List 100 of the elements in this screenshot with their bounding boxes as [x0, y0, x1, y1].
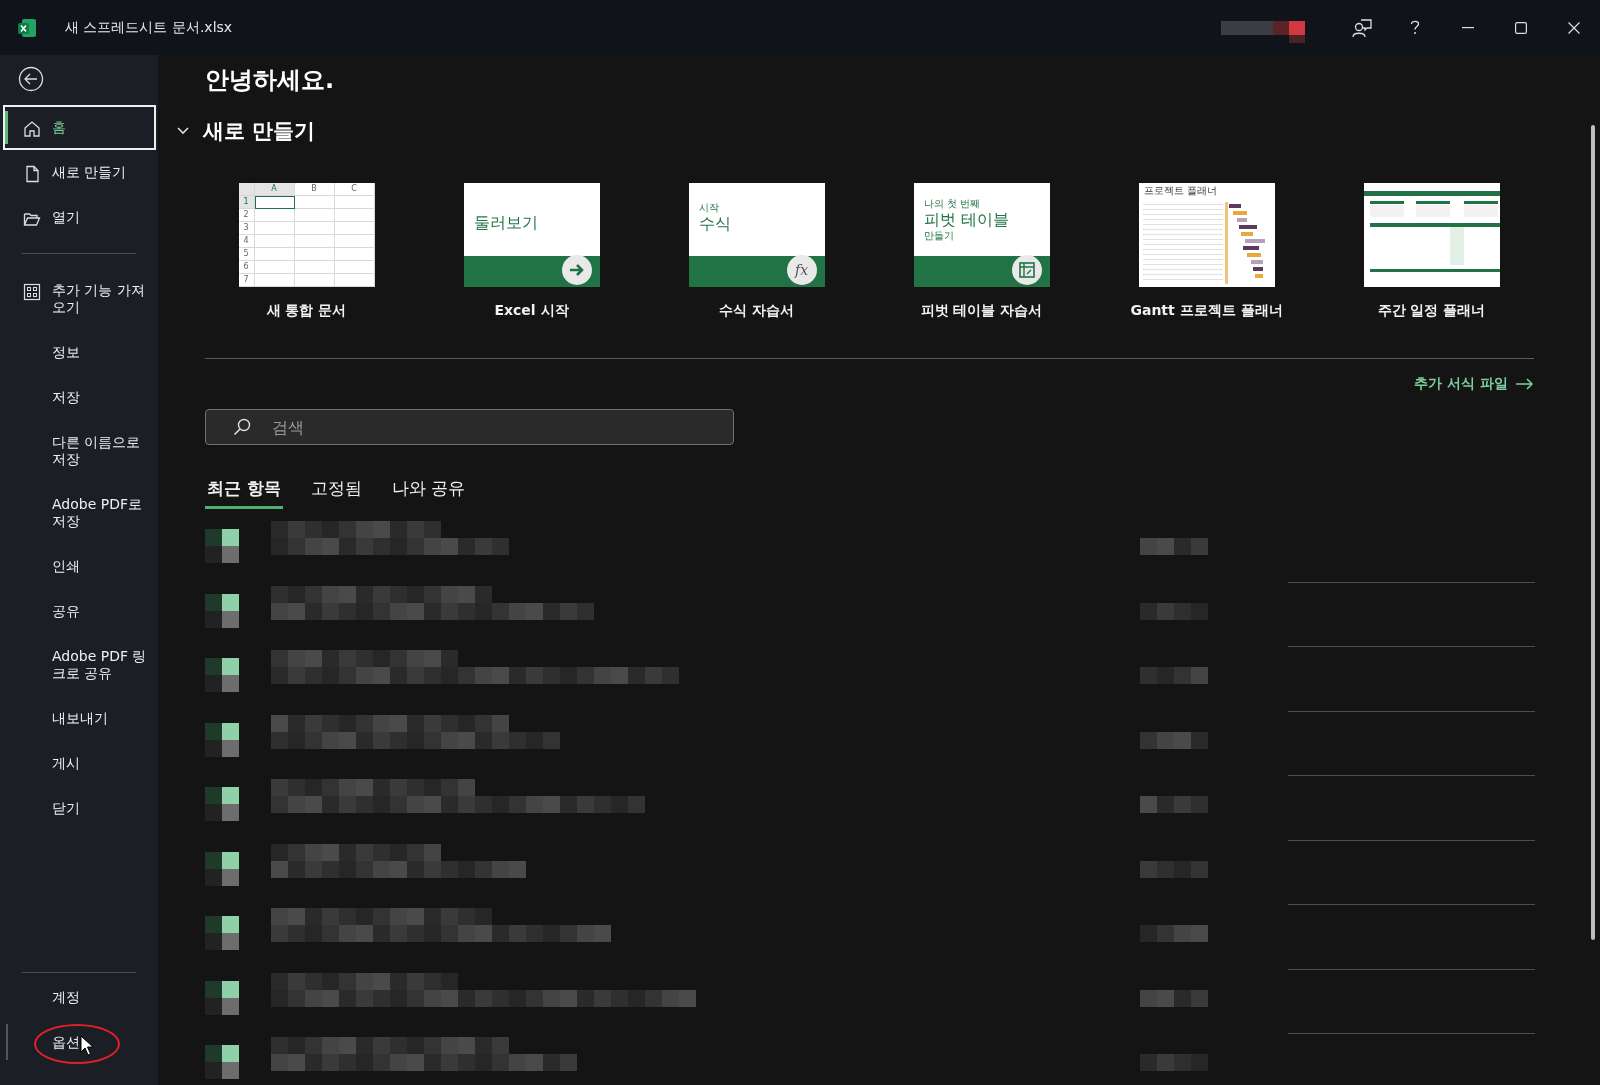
thumbnail-text: 나의 첫 번째 [923, 197, 981, 210]
arrow-right-icon [1516, 378, 1534, 390]
close-icon [1567, 21, 1580, 34]
side-marker [6, 1024, 8, 1060]
grid-cell [334, 235, 375, 248]
row-header: 5 [238, 248, 255, 261]
sidebar-item[interactable]: 인쇄 [3, 544, 156, 589]
sidebar-item[interactable]: 공유 [3, 589, 156, 634]
redacted-file-row[interactable] [205, 906, 1535, 971]
gantt-bar [1244, 239, 1265, 243]
person-speech-icon [1351, 17, 1372, 38]
corner-cell [238, 183, 255, 196]
formula-label: fx [794, 262, 809, 278]
window-title: 새 스프레드시트 문서.xlsx [65, 18, 233, 37]
row-header: 1 [238, 196, 255, 209]
tab[interactable]: 고정됨 [308, 477, 364, 509]
template-thumbnail[interactable]: 프로젝트 플래너 [1138, 183, 1275, 287]
row-header: 7 [238, 274, 255, 287]
grid-cell [294, 222, 335, 235]
gantt-bar [1232, 211, 1247, 215]
column-header: B [294, 183, 335, 196]
greeting-heading: 안녕하세요. [205, 65, 336, 95]
grid-cell [294, 196, 335, 209]
grid-cell [334, 222, 375, 235]
grid-cell [294, 248, 335, 261]
tab[interactable]: 나와 공유 [389, 477, 468, 509]
sidebar-item[interactable]: 게시 [3, 741, 156, 786]
template-label[interactable]: Excel 시작 [494, 302, 569, 320]
grid-cell [334, 274, 375, 287]
grid-cell [254, 248, 295, 261]
redacted-file-row[interactable] [205, 583, 1535, 648]
thumbnail-text: 수식 [698, 214, 732, 233]
template-label[interactable]: 수식 자습서 [719, 302, 794, 320]
sidebar-item[interactable]: 홈 [3, 105, 156, 150]
gantt-bar [1252, 267, 1263, 271]
minimize-icon [1461, 26, 1474, 29]
redacted-file-row[interactable] [205, 970, 1535, 1035]
sidebar-item[interactable]: 옵션 [3, 1020, 156, 1065]
sidebar-item[interactable]: 다른 이름으로 저장 [3, 420, 156, 482]
scrollbar-thumb[interactable] [1591, 125, 1595, 940]
gantt-bar [1254, 274, 1263, 278]
grid-cell [294, 235, 335, 248]
grid-cell [334, 261, 375, 274]
template-thumbnail[interactable]: 둘러보기 [463, 183, 600, 287]
sidebar-item[interactable]: 열기 [3, 195, 156, 240]
template-label[interactable]: 새 통합 문서 [266, 302, 347, 320]
row-header: 4 [238, 235, 255, 248]
spreadsheet-app-icon [17, 17, 37, 38]
gantt-bar [1228, 204, 1241, 208]
maximize-icon [1514, 21, 1527, 34]
column-header: C [334, 183, 375, 196]
spreadsheet-thumbnail[interactable]: A B C 1 2 3 4 5 6 7 [238, 183, 375, 287]
gantt-bar [1240, 232, 1253, 236]
redacted-file-row[interactable] [205, 648, 1535, 713]
sidebar-item[interactable]: 닫기 [3, 786, 156, 831]
sidebar-item[interactable]: 계정 [3, 975, 156, 1020]
sidebar-item[interactable]: 추가 기능 가져오기 [3, 268, 156, 330]
grid-cell [254, 196, 295, 209]
home-icon [23, 120, 41, 138]
gantt-bar [1250, 260, 1263, 264]
template-label[interactable]: Gantt 프로젝트 플래너 [1130, 302, 1283, 320]
gantt-bar [1238, 225, 1257, 229]
help-icon [1409, 20, 1420, 35]
template-label[interactable]: 주간 일정 플래너 [1377, 302, 1486, 320]
document-icon [23, 165, 41, 183]
sidebar-item[interactable]: 저장 [3, 375, 156, 420]
back-icon[interactable] [18, 66, 44, 92]
tab[interactable]: 최근 항목 [205, 477, 283, 509]
sidebar-item[interactable]: 내보내기 [3, 696, 156, 741]
search-icon [233, 418, 251, 436]
row-header: 2 [238, 209, 255, 222]
redacted-file-row[interactable] [205, 519, 1535, 584]
redacted-file-row[interactable] [205, 712, 1535, 777]
grid-cell [294, 261, 335, 274]
grid-cell [254, 261, 295, 274]
thumbnail-text: 둘러보기 [473, 213, 539, 232]
table-icon [1018, 262, 1035, 278]
template-label[interactable]: 피벗 테이블 자습서 [920, 302, 1043, 320]
sidebar-item[interactable]: 정보 [3, 330, 156, 375]
row-header: 3 [238, 222, 255, 235]
template-thumbnail[interactable]: 나의 첫 번째 피벗 테이블 만들기 [913, 183, 1050, 287]
grid-cell [334, 196, 375, 209]
section-heading: 새로 만들기 [203, 118, 316, 145]
search-field[interactable]: 검색 [205, 409, 734, 445]
sidebar-item[interactable]: Adobe PDF로 저장 [3, 482, 156, 544]
mouse-pointer-icon [80, 1035, 94, 1057]
grid-cell [254, 222, 295, 235]
redacted-file-row[interactable] [205, 777, 1535, 842]
grid-cell [334, 209, 375, 222]
grid-cell [294, 209, 335, 222]
sidebar-item[interactable]: 새로 만들기 [3, 150, 156, 195]
template-thumbnail[interactable]: 시작 수식 fx [688, 183, 825, 287]
chevron-icon[interactable] [176, 126, 190, 136]
row-header: 6 [238, 261, 255, 274]
redacted-file-row[interactable] [205, 841, 1535, 906]
thumbnail-text: 시작 [698, 201, 720, 214]
grid-cell [254, 274, 295, 287]
more-templates-link[interactable]: 추가 서식 파일 [1414, 375, 1534, 393]
sidebar-item[interactable]: Adobe PDF 링크로 공유 [3, 634, 156, 696]
grid-cell [334, 248, 375, 261]
